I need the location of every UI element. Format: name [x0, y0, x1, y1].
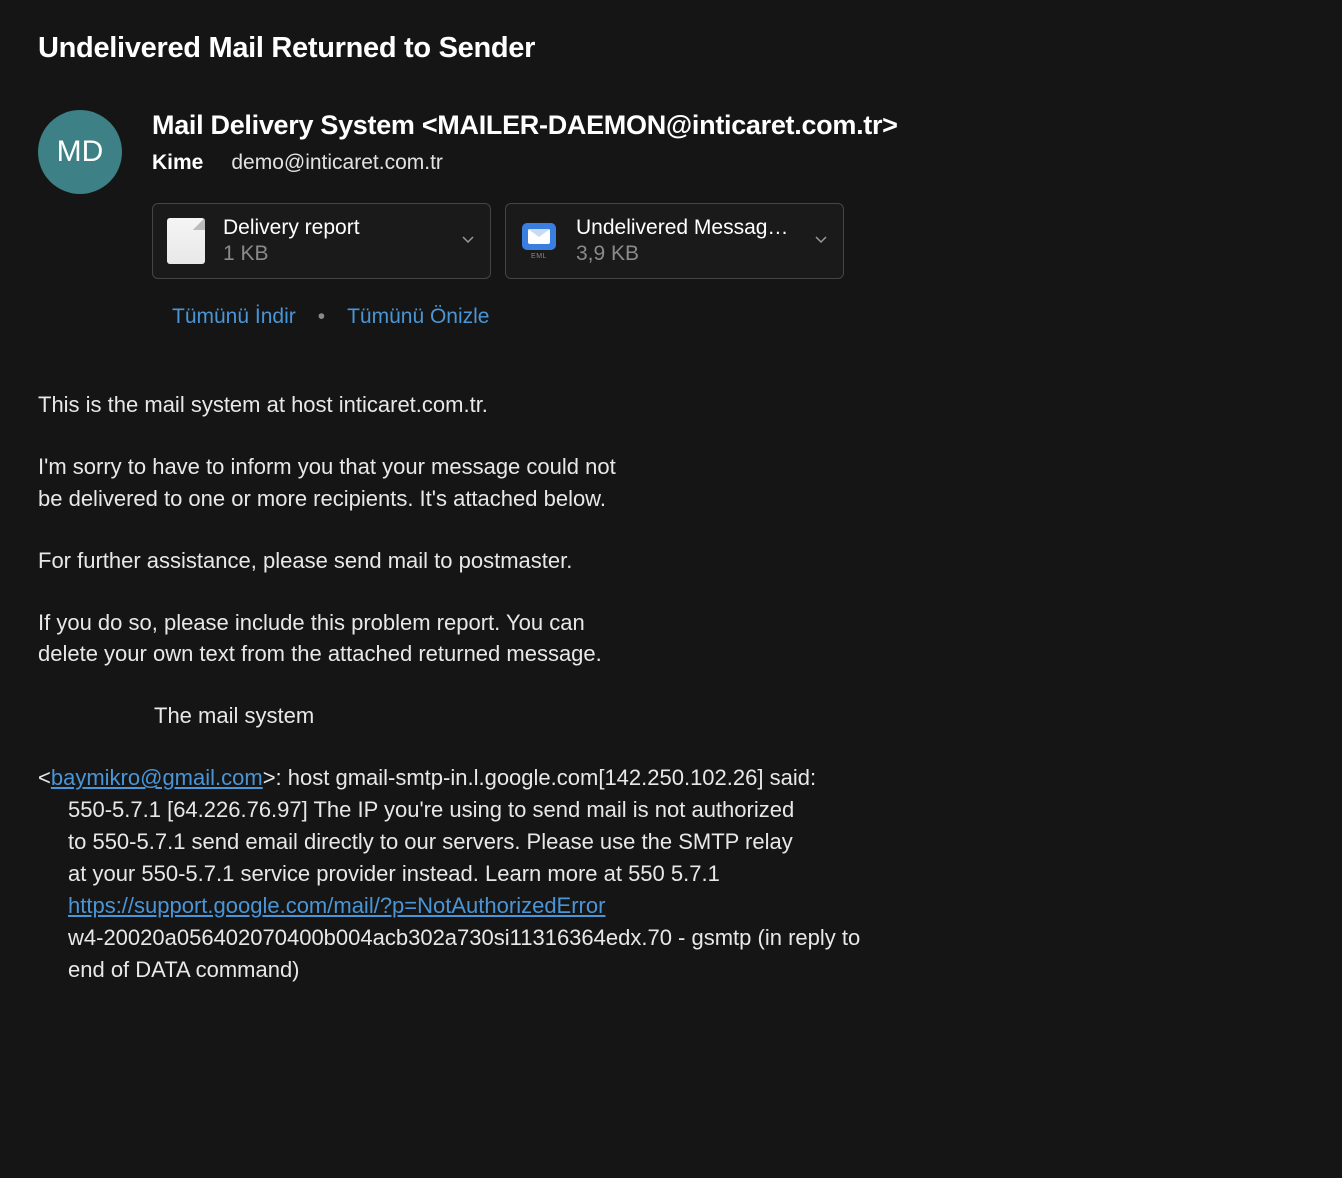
attachment-name: Undelivered Messag… — [576, 216, 805, 240]
email-header: MD Mail Delivery System <MAILER-DAEMON@i… — [38, 110, 1304, 329]
body-paragraph: For further assistance, please send mail… — [38, 545, 1304, 577]
chevron-down-icon[interactable] — [813, 231, 829, 252]
download-all-link[interactable]: Tümünü İndir — [172, 305, 296, 329]
email-body: This is the mail system at host inticare… — [38, 389, 1304, 985]
action-separator: • — [318, 305, 325, 329]
attachment-name: Delivery report — [223, 216, 452, 240]
body-paragraph: I'm sorry to have to inform you that you… — [38, 451, 1304, 515]
attachment-undelivered-message[interactable]: EML Undelivered Messag… 3,9 KB — [505, 203, 844, 279]
to-line: Kime demo@inticaret.com.tr — [152, 151, 1304, 175]
body-paragraph: If you do so, please include this proble… — [38, 607, 1304, 671]
error-line: end of DATA command) — [68, 957, 300, 982]
preview-all-link[interactable]: Tümünü Önizle — [347, 305, 489, 329]
to-label: Kime — [152, 151, 203, 175]
body-paragraph: This is the mail system at host inticare… — [38, 389, 1304, 421]
header-content: Mail Delivery System <MAILER-DAEMON@inti… — [152, 110, 1304, 329]
attachment-actions: Tümünü İndir • Tümünü Önizle — [172, 305, 1304, 329]
avatar: MD — [38, 110, 122, 194]
eml-icon: EML — [520, 218, 558, 264]
document-icon — [167, 218, 205, 264]
support-link[interactable]: https://support.google.com/mail/?p=NotAu… — [68, 893, 605, 918]
error-block: <baymikro@gmail.com>: host gmail-smtp-in… — [38, 762, 1304, 985]
attachment-info: Undelivered Messag… 3,9 KB — [576, 216, 805, 266]
body-signature: The mail system — [154, 700, 1304, 732]
attachment-info: Delivery report 1 KB — [223, 216, 452, 266]
attachment-delivery-report[interactable]: Delivery report 1 KB — [152, 203, 491, 279]
recipient-email-link[interactable]: baymikro@gmail.com — [51, 765, 263, 790]
error-line: 550-5.7.1 [64.226.76.97] The IP you're u… — [68, 797, 794, 822]
error-line: to 550-5.7.1 send email directly to our … — [68, 829, 793, 854]
chevron-down-icon[interactable] — [460, 231, 476, 252]
to-value: demo@inticaret.com.tr — [231, 151, 443, 175]
error-line: at your 550-5.7.1 service provider inste… — [68, 861, 720, 886]
attachments-row: Delivery report 1 KB EML Undelivered Mes… — [152, 203, 1304, 279]
error-line: w4-20020a056402070400b004acb302a730si113… — [68, 925, 860, 950]
email-subject: Undelivered Mail Returned to Sender — [38, 32, 1304, 65]
from-line: Mail Delivery System <MAILER-DAEMON@inti… — [152, 110, 1304, 141]
attachment-size: 3,9 KB — [576, 242, 805, 266]
attachment-size: 1 KB — [223, 242, 452, 266]
